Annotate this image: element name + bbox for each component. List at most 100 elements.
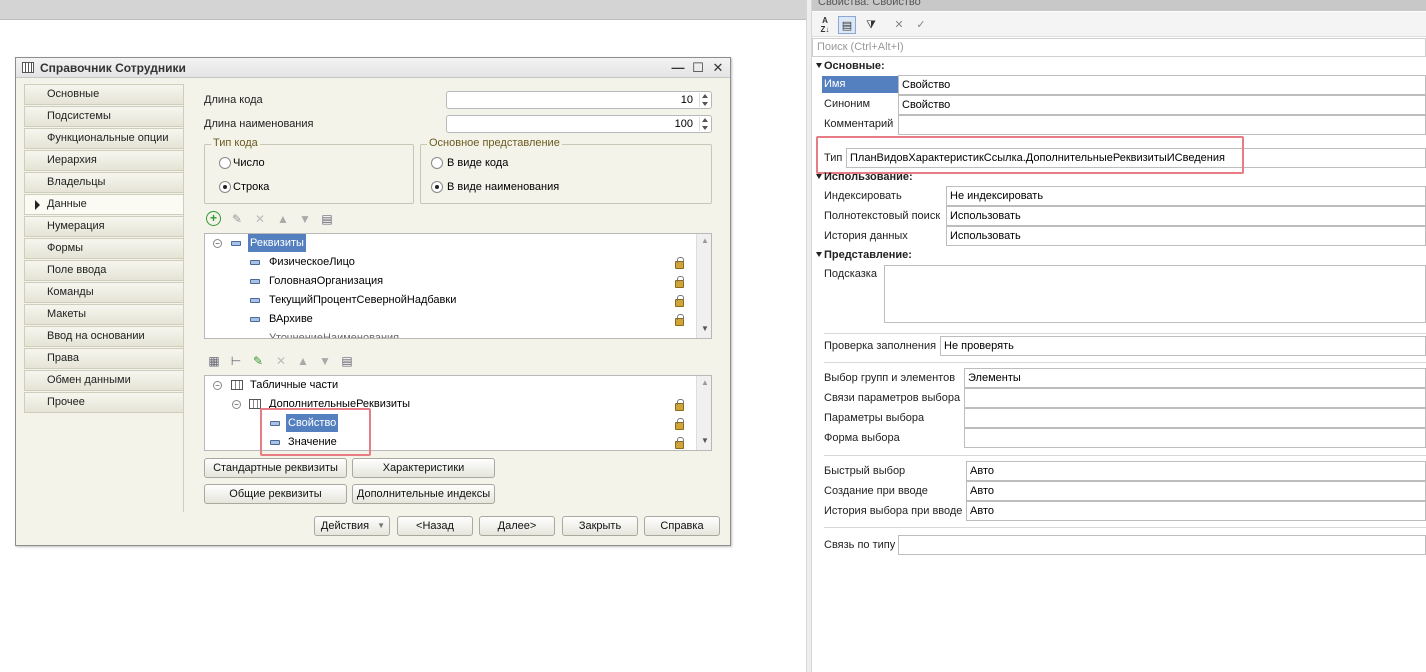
spin-icon[interactable] [699,117,710,131]
name-length-field[interactable]: 100 [446,115,712,133]
maximize-button[interactable]: ☐ [690,60,706,76]
fulltext-field[interactable]: Использовать [946,206,1426,226]
sidebar-item-data[interactable]: Данные [24,194,184,215]
tree-item[interactable]: ФизическоеЛицо [269,253,355,271]
actions-button[interactable]: Действия ▼ [314,516,390,536]
edit-icon[interactable]: ✎ [229,211,245,227]
synonym-field[interactable]: Свойство [898,95,1426,115]
choice-params-field[interactable] [964,408,1426,428]
choice-history-field[interactable]: Авто [966,501,1426,521]
help-button[interactable]: Справка [644,516,720,536]
code-type-number-radio[interactable] [219,157,231,169]
catalog-icon [22,62,34,73]
edit-icon[interactable]: ✎ [250,353,266,369]
lock-icon [675,399,684,411]
sidebar-item-templates[interactable]: Макеты [24,304,184,325]
apply-icon[interactable]: ✓ [912,16,930,34]
attributes-toolbar: + ✎ ✕ ▲ ▼ ▤ [206,210,366,228]
choice-links-field[interactable] [964,388,1426,408]
code-type-string-radio[interactable] [219,181,231,193]
fill-check-field[interactable]: Не проверять [940,336,1426,356]
collapse-icon[interactable]: − [213,239,222,248]
collapse-icon[interactable]: − [213,381,222,390]
attributes-tree[interactable]: − Реквизиты ФизическоеЛицо ГоловнаяОрган… [204,233,712,339]
expand-icon [816,174,822,179]
quick-choice-field[interactable]: Авто [966,461,1426,481]
sidebar-item-main[interactable]: Основные [24,84,184,105]
sidebar-item-rights[interactable]: Права [24,348,184,369]
indexing-field[interactable]: Не индексировать [946,186,1426,206]
sidebar-item-commands[interactable]: Команды [24,282,184,303]
add-table-icon[interactable]: ▦ [206,353,222,369]
move-up-icon[interactable]: ▲ [295,353,311,369]
list-icon[interactable]: ▤ [319,211,335,227]
comment-field[interactable] [898,115,1426,135]
move-down-icon[interactable]: ▼ [317,353,333,369]
repr-name-radio[interactable] [431,181,443,193]
delete-icon[interactable]: ✕ [252,211,268,227]
tree-item[interactable]: ГоловнаяОрганизация [269,272,383,290]
scroll-up-icon[interactable]: ▲ [701,236,709,245]
sidebar-item-owners[interactable]: Владельцы [24,172,184,193]
sidebar-item-functional-options[interactable]: Функциональные опции [24,128,184,149]
characteristics-button[interactable]: Характеристики [352,458,495,478]
choice-form-field[interactable] [964,428,1426,448]
sidebar-item-hierarchy[interactable]: Иерархия [24,150,184,171]
attributes-scrollbar[interactable]: ▲ ▼ [696,234,711,338]
repr-code-radio[interactable] [431,157,443,169]
spin-icon[interactable] [699,93,710,107]
standard-attributes-button[interactable]: Стандартные реквизиты [204,458,347,478]
collapse-icon[interactable]: − [232,400,241,409]
scroll-down-icon[interactable]: ▼ [701,324,709,333]
code-length-field[interactable]: 10 [446,91,712,109]
additional-indexes-button[interactable]: Дополнительные индексы [352,484,495,504]
next-button[interactable]: Далее> [479,516,555,536]
tree-item[interactable]: ТекущийПроцентСевернойНадбавки [269,291,456,309]
sidebar-item-data-exchange[interactable]: Обмен данными [24,370,184,391]
sort-alpha-icon[interactable]: A Z↓ [816,16,834,34]
tree-root-attributes[interactable]: Реквизиты [248,234,306,252]
filter-icon[interactable]: ⧩ [862,16,880,34]
tree-root-tabular[interactable]: Табличные части [250,376,338,394]
back-button[interactable]: <Назад [397,516,473,536]
sidebar-item-forms[interactable]: Формы [24,238,184,259]
sidebar-item-input-based[interactable]: Ввод на основании [24,326,184,347]
tabular-scrollbar[interactable]: ▲ ▼ [696,376,711,450]
code-length-value: 10 [680,94,693,106]
minimize-button[interactable]: — [670,60,686,76]
list-icon[interactable]: ▤ [339,353,355,369]
section-usage[interactable]: Использование: [816,171,913,183]
sidebar-item-subsystems[interactable]: Подсистемы [24,106,184,127]
section-presentation[interactable]: Представление: [816,249,912,261]
sidebar-item-numbering[interactable]: Нумерация [24,216,184,237]
choice-params-label: Параметры выбора [824,412,925,424]
tabular-toolbar: ▦ ⊢ ✎ ✕ ▲ ▼ ▤ [206,352,366,370]
add-icon[interactable]: + [206,211,221,226]
tree-item[interactable]: ВАрхиве [269,310,313,328]
cancel-icon[interactable]: ✕ [890,16,908,34]
scroll-up-icon[interactable]: ▲ [701,378,709,387]
move-down-icon[interactable]: ▼ [297,211,313,227]
section-main[interactable]: Основные: [816,60,885,72]
close-button[interactable]: ✕ [710,60,726,76]
type-link-field[interactable] [898,535,1426,555]
close-dialog-button[interactable]: Закрыть [562,516,638,536]
sidebar-item-input-field[interactable]: Поле ввода [24,260,184,281]
move-up-icon[interactable]: ▲ [275,211,291,227]
divider [824,333,1426,334]
groups-select-field[interactable]: Элементы [964,368,1426,388]
sidebar-item-other[interactable]: Прочее [24,392,184,413]
tree-item[interactable]: УточнениеНаименования [269,329,399,338]
create-on-input-field[interactable]: Авто [966,481,1426,501]
add-column-icon[interactable]: ⊢ [228,353,244,369]
common-attributes-button[interactable]: Общие реквизиты [204,484,347,504]
tooltip-field[interactable] [884,265,1426,323]
properties-toolbar: A Z↓ ▤ ⧩ ✕ ✓ [812,12,1426,37]
dialog-titlebar[interactable]: Справочник Сотрудники — ☐ ✕ [16,58,730,78]
properties-search-input[interactable]: Поиск (Ctrl+Alt+I) [812,38,1426,57]
name-field[interactable]: Свойство [898,75,1426,95]
scroll-down-icon[interactable]: ▼ [701,436,709,445]
categories-icon[interactable]: ▤ [838,16,856,34]
delete-icon[interactable]: ✕ [273,353,289,369]
history-field[interactable]: Использовать [946,226,1426,246]
